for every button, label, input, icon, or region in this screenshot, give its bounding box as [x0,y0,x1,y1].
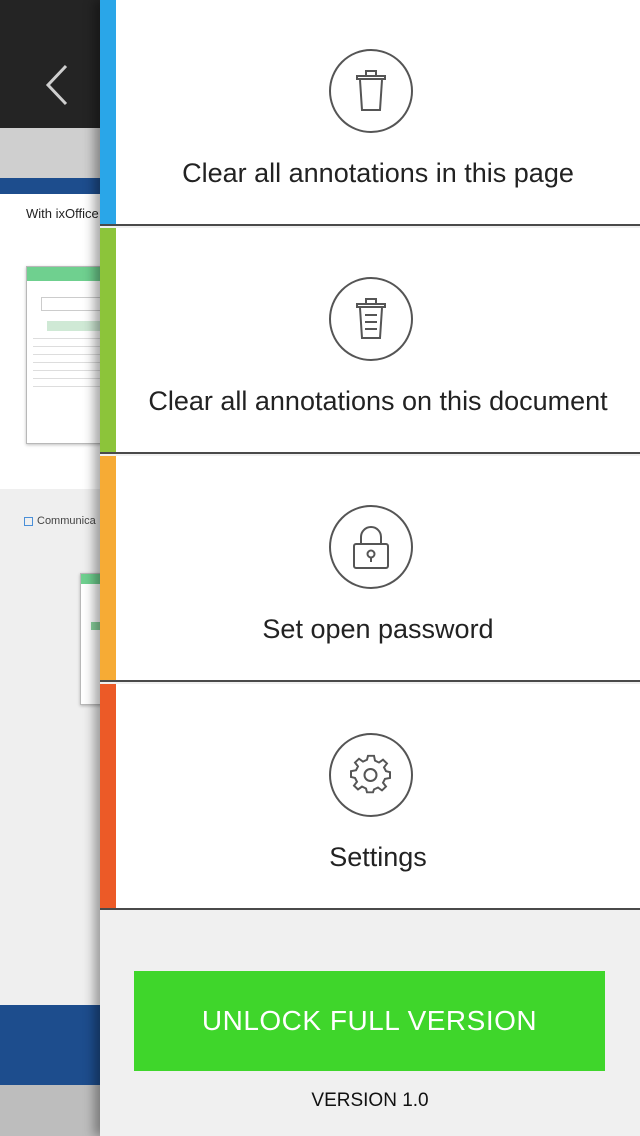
chevron-left-icon [45,64,68,106]
unlock-full-version-button[interactable]: UNLOCK FULL VERSION [134,971,605,1071]
clear-document-annotations-label: Clear all annotations on this document [148,386,608,416]
checkbox-icon [24,516,33,526]
settings-button[interactable]: Settings [100,684,640,910]
set-open-password-button[interactable]: Set open password [100,456,640,682]
document-trash-icon [329,277,413,361]
gear-icon [329,733,413,817]
accent-bar-orange [100,456,116,680]
accent-bar-red [100,684,116,908]
unlock-full-version-label: UNLOCK FULL VERSION [201,1005,538,1036]
clear-page-annotations-label: Clear all annotations in this page [182,158,574,188]
section-label: Communica [24,515,96,527]
clear-page-annotations-button[interactable]: Clear all annotations in this page [100,0,640,226]
trash-icon [329,49,413,133]
lock-icon [329,505,413,589]
clear-document-annotations-button[interactable]: Clear all annotations on this document [100,228,640,454]
accent-bar-blue [100,0,116,224]
section-label-text: Communica [37,515,96,527]
document-page-title: With ixOffice [26,206,99,221]
back-button[interactable] [40,62,74,108]
set-open-password-label: Set open password [262,614,494,644]
side-drawer-menu: Clear all annotations in this page Clear… [100,0,640,1136]
version-text: VERSION 1.0 [311,1090,429,1111]
settings-label: Settings [329,842,427,872]
accent-bar-green [100,228,116,452]
